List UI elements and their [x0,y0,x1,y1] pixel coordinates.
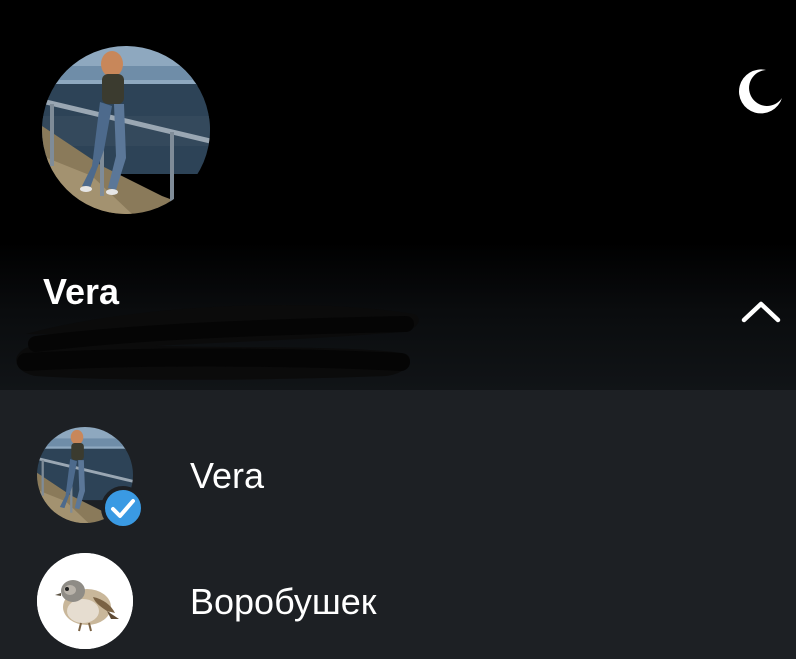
account-name-sparrow: Воробушек [190,581,377,622]
sparrow-illustration-icon [37,553,133,649]
redaction-scribble [16,304,419,380]
profile-avatar[interactable] [42,46,210,214]
side-menu-screen: Vera Vera Воробушек [0,0,796,659]
accounts-expand-toggle[interactable] [736,292,786,332]
night-mode-toggle[interactable] [732,64,786,118]
moon-icon [739,69,782,114]
account-name-vera: Vera [190,455,265,496]
profile-photo-image [42,46,210,214]
chevron-up-icon [741,301,781,323]
account-avatar-sparrow [37,553,133,649]
drawer-header: Vera [0,0,796,390]
check-icon [101,486,145,530]
redacted-phone-number [6,296,426,386]
selected-account-badge [101,486,145,530]
